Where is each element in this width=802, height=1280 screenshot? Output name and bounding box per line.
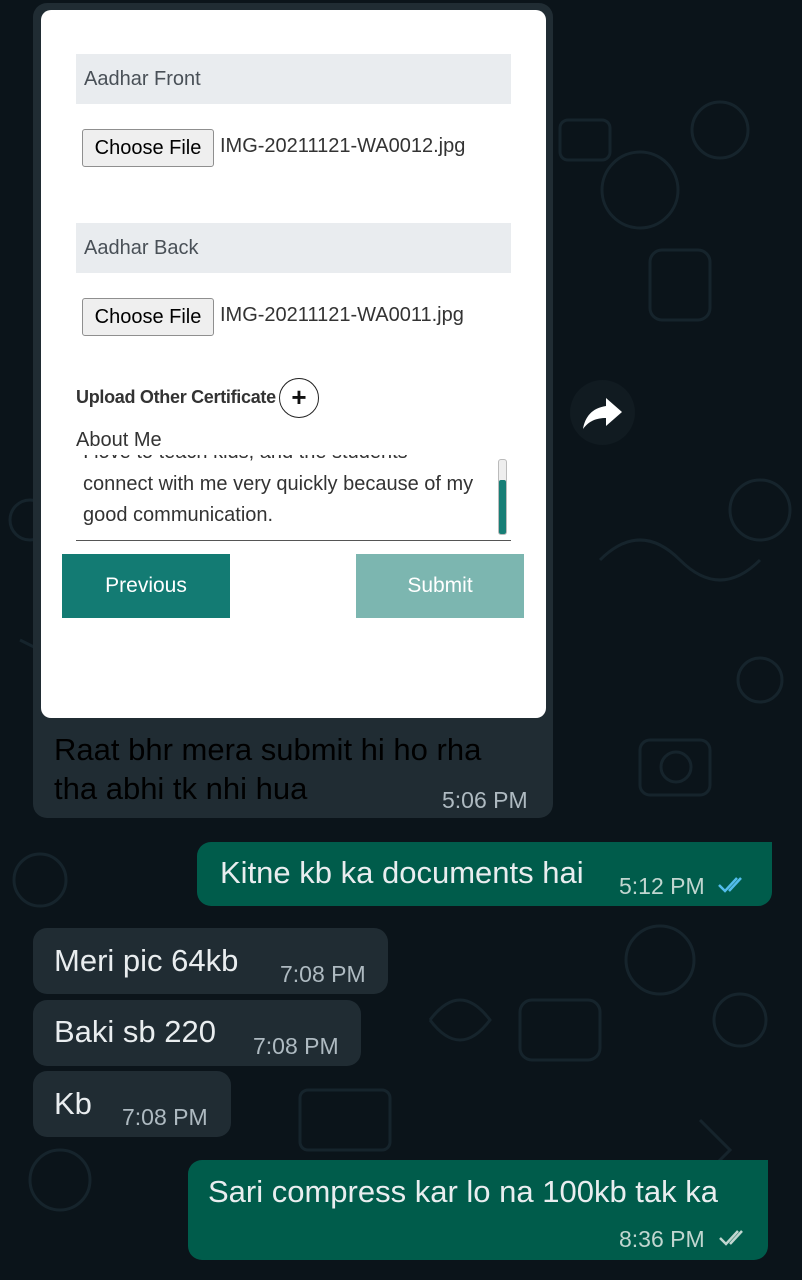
- choose-file-button-front[interactable]: Choose File: [82, 129, 214, 167]
- incoming-message[interactable]: Kb 7:08 PM: [33, 1071, 231, 1137]
- incoming-message[interactable]: Meri pic 64kb 7:08 PM: [33, 928, 388, 994]
- about-me-partial-line: I love to teach kids, and the students: [83, 455, 408, 464]
- message-text: Baki sb 220: [54, 1014, 216, 1049]
- aadhar-front-label: Aadhar Front: [76, 54, 511, 104]
- add-certificate-button[interactable]: +: [279, 378, 319, 418]
- upload-other-certificate-label: Upload Other Certificate: [76, 387, 276, 407]
- message-text-line-1: Raat bhr mera submit hi ho rha: [54, 732, 482, 767]
- message-text: Sari compress kar lo na 100kb tak ka: [208, 1174, 719, 1209]
- choose-file-button-back[interactable]: Choose File: [82, 298, 214, 336]
- message-time: 7:08 PM: [280, 961, 366, 987]
- back-file-name: IMG-20211121-WA0011.jpg: [220, 304, 464, 326]
- about-me-line-2: connect with me very quickly because of …: [83, 473, 474, 495]
- message-time: 5:06 PM: [442, 787, 528, 813]
- message-time: 5:12 PM: [619, 873, 705, 899]
- double-check-icon: [718, 877, 742, 893]
- double-check-icon: [719, 1230, 743, 1246]
- forward-button[interactable]: [570, 380, 635, 445]
- message-time: 8:36 PM: [619, 1226, 705, 1252]
- message-text-line-2: tha abhi tk nhi hua: [54, 771, 308, 806]
- incoming-message[interactable]: Baki sb 220 7:08 PM: [33, 1000, 361, 1066]
- screenshot-image[interactable]: Aadhar Front Choose File IMG-20211121-WA…: [41, 10, 546, 718]
- about-me-label: About Me: [76, 429, 162, 451]
- message-text: Kb: [54, 1086, 92, 1121]
- about-me-textarea[interactable]: I love to teach kids, and the students c…: [76, 455, 511, 541]
- forward-arrow-icon: [583, 398, 622, 429]
- textarea-scroll-thumb[interactable]: [499, 480, 506, 534]
- message-text: Meri pic 64kb: [54, 943, 239, 978]
- front-file-name: IMG-20211121-WA0012.jpg: [220, 135, 466, 157]
- outgoing-message[interactable]: Kitne kb ka documents hai 5:12 PM: [197, 842, 772, 906]
- message-text: Kitne kb ka documents hai: [220, 855, 584, 890]
- outgoing-message[interactable]: Sari compress kar lo na 100kb tak ka 8:3…: [188, 1160, 768, 1260]
- textarea-scrollbar[interactable]: [498, 459, 507, 535]
- aadhar-back-label: Aadhar Back: [76, 223, 511, 273]
- about-me-line-3: good communication.: [83, 504, 274, 526]
- submit-button[interactable]: Submit: [356, 554, 524, 618]
- message-time: 7:08 PM: [253, 1033, 339, 1059]
- previous-button[interactable]: Previous: [62, 554, 230, 618]
- message-time: 7:08 PM: [122, 1104, 208, 1130]
